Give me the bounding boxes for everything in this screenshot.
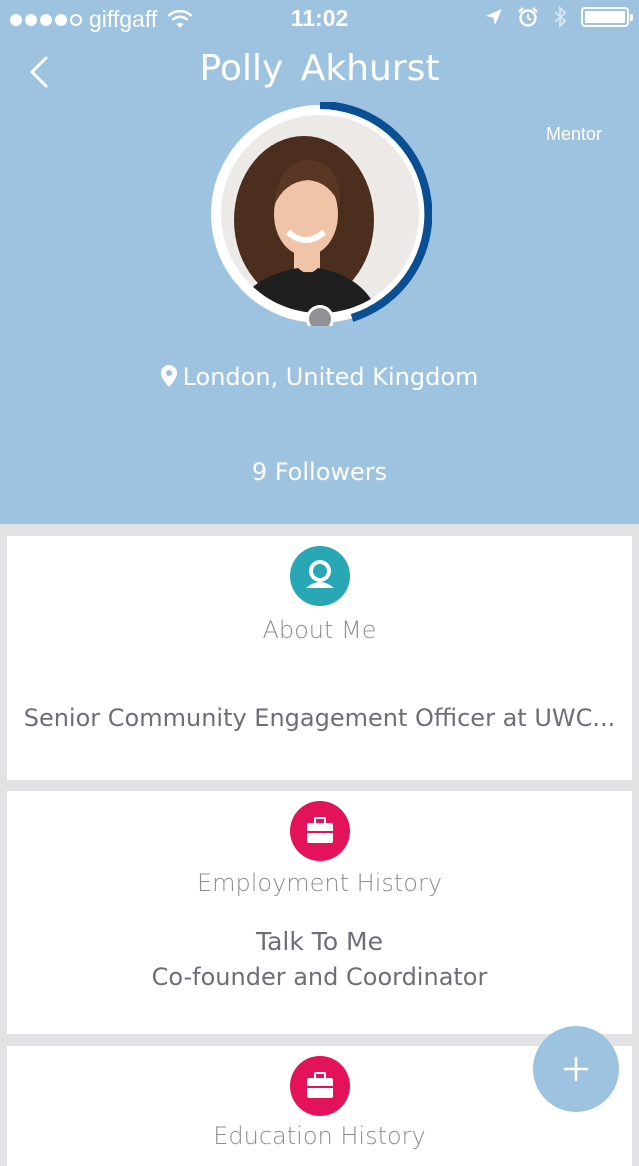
- location-row: London, United Kingdom: [0, 363, 639, 391]
- avatar-ring: [211, 101, 433, 333]
- status-right: [485, 6, 633, 28]
- employment-history-card[interactable]: Employment History Talk To Me Co-founder…: [7, 791, 632, 1034]
- employment-history-title: Employment History: [196, 869, 443, 897]
- alarm-icon: [518, 7, 538, 27]
- about-me-card[interactable]: About Me Senior Community Engagement Off…: [7, 536, 632, 780]
- profile-header: giffgaff 11:02 Polly Akhurst Mentor Lond…: [0, 0, 639, 524]
- about-me-title: About Me: [262, 616, 377, 644]
- add-button[interactable]: [533, 1026, 619, 1112]
- user-icon: [290, 546, 350, 606]
- location-text: London, United Kingdom: [182, 363, 479, 391]
- location-arrow-icon: [486, 9, 502, 25]
- role-badge: Mentor: [545, 124, 602, 144]
- map-pin-icon: [160, 365, 177, 387]
- employment-role: Co-founder and Coordinator: [151, 963, 488, 991]
- briefcase-icon: [290, 1056, 350, 1116]
- battery-icon: [581, 7, 633, 27]
- followers-count[interactable]: 9 Followers: [0, 458, 639, 486]
- profile-name: Polly Akhurst: [199, 48, 440, 89]
- bluetooth-icon: [554, 6, 567, 28]
- employment-company: Talk To Me: [255, 927, 384, 956]
- education-history-title: Education History: [213, 1122, 426, 1150]
- avatar[interactable]: [208, 101, 433, 333]
- plus-icon: [563, 1056, 589, 1082]
- briefcase-icon: [290, 801, 350, 861]
- about-me-text: Senior Community Engagement Officer at U…: [23, 704, 616, 732]
- status-bar: giffgaff 11:02: [0, 0, 639, 40]
